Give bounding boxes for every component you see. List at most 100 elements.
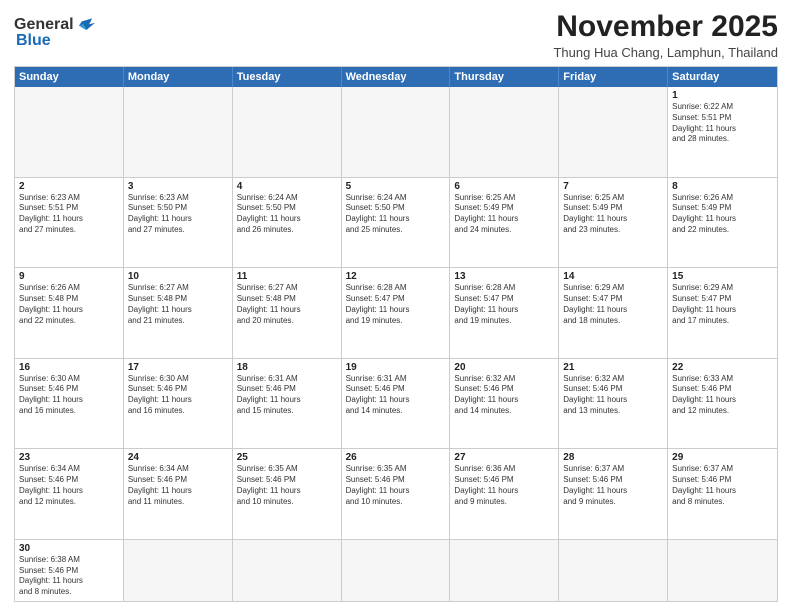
calendar-cell: 6Sunrise: 6:25 AM Sunset: 5:49 PM Daylig… — [450, 178, 559, 268]
cell-info: Sunrise: 6:31 AM Sunset: 5:46 PM Dayligh… — [237, 374, 337, 417]
calendar-cell: 5Sunrise: 6:24 AM Sunset: 5:50 PM Daylig… — [342, 178, 451, 268]
day-number: 27 — [454, 452, 554, 463]
calendar-cell: 2Sunrise: 6:23 AM Sunset: 5:51 PM Daylig… — [15, 178, 124, 268]
calendar-cell: 1Sunrise: 6:22 AM Sunset: 5:51 PM Daylig… — [668, 87, 777, 177]
calendar-cell — [124, 87, 233, 177]
cell-info: Sunrise: 6:23 AM Sunset: 5:50 PM Dayligh… — [128, 193, 228, 236]
cell-info: Sunrise: 6:30 AM Sunset: 5:46 PM Dayligh… — [128, 374, 228, 417]
day-number: 2 — [19, 181, 119, 192]
calendar-cell-empty — [668, 540, 777, 601]
day-number: 13 — [454, 271, 554, 282]
page: General Blue November 2025 Thung Hua Cha… — [0, 0, 792, 612]
calendar-cell — [559, 87, 668, 177]
day-number: 14 — [563, 271, 663, 282]
cell-info: Sunrise: 6:26 AM Sunset: 5:49 PM Dayligh… — [672, 193, 773, 236]
cell-info: Sunrise: 6:25 AM Sunset: 5:49 PM Dayligh… — [563, 193, 663, 236]
day-number: 3 — [128, 181, 228, 192]
day-number: 26 — [346, 452, 446, 463]
month-title: November 2025 — [553, 10, 778, 43]
cell-info: Sunrise: 6:31 AM Sunset: 5:46 PM Dayligh… — [346, 374, 446, 417]
day-number: 20 — [454, 362, 554, 373]
cell-info: Sunrise: 6:35 AM Sunset: 5:46 PM Dayligh… — [237, 464, 337, 507]
day-number: 10 — [128, 271, 228, 282]
header: General Blue November 2025 Thung Hua Cha… — [14, 10, 778, 60]
calendar-cell-30: 30Sunrise: 6:38 AM Sunset: 5:46 PM Dayli… — [15, 540, 124, 601]
cell-info: Sunrise: 6:28 AM Sunset: 5:47 PM Dayligh… — [346, 283, 446, 326]
cell-info: Sunrise: 6:36 AM Sunset: 5:46 PM Dayligh… — [454, 464, 554, 507]
day-number: 12 — [346, 271, 446, 282]
calendar-cell-empty — [342, 540, 451, 601]
cell-info: Sunrise: 6:38 AM Sunset: 5:46 PM Dayligh… — [19, 555, 119, 598]
day-number: 9 — [19, 271, 119, 282]
header-tuesday: Tuesday — [233, 67, 342, 87]
day-number: 22 — [672, 362, 773, 373]
location: Thung Hua Chang, Lamphun, Thailand — [553, 45, 778, 60]
cell-info: Sunrise: 6:27 AM Sunset: 5:48 PM Dayligh… — [128, 283, 228, 326]
day-number: 21 — [563, 362, 663, 373]
header-friday: Friday — [559, 67, 668, 87]
cell-info: Sunrise: 6:34 AM Sunset: 5:46 PM Dayligh… — [128, 464, 228, 507]
cell-info: Sunrise: 6:24 AM Sunset: 5:50 PM Dayligh… — [237, 193, 337, 236]
calendar-cell: 14Sunrise: 6:29 AM Sunset: 5:47 PM Dayli… — [559, 268, 668, 358]
header-monday: Monday — [124, 67, 233, 87]
day-number: 29 — [672, 452, 773, 463]
calendar-row-2: 2Sunrise: 6:23 AM Sunset: 5:51 PM Daylig… — [15, 177, 777, 268]
day-number: 30 — [19, 543, 119, 554]
cell-info: Sunrise: 6:26 AM Sunset: 5:48 PM Dayligh… — [19, 283, 119, 326]
day-number: 15 — [672, 271, 773, 282]
cell-info: Sunrise: 6:23 AM Sunset: 5:51 PM Dayligh… — [19, 193, 119, 236]
calendar-cell: 24Sunrise: 6:34 AM Sunset: 5:46 PM Dayli… — [124, 449, 233, 539]
day-number: 19 — [346, 362, 446, 373]
calendar-row-1: 1Sunrise: 6:22 AM Sunset: 5:51 PM Daylig… — [15, 87, 777, 177]
calendar-cell: 21Sunrise: 6:32 AM Sunset: 5:46 PM Dayli… — [559, 359, 668, 449]
cell-info: Sunrise: 6:33 AM Sunset: 5:46 PM Dayligh… — [672, 374, 773, 417]
calendar-cell: 19Sunrise: 6:31 AM Sunset: 5:46 PM Dayli… — [342, 359, 451, 449]
header-sunday: Sunday — [15, 67, 124, 87]
calendar-cell — [233, 87, 342, 177]
calendar-cell: 7Sunrise: 6:25 AM Sunset: 5:49 PM Daylig… — [559, 178, 668, 268]
calendar-cell — [450, 87, 559, 177]
calendar-cell: 11Sunrise: 6:27 AM Sunset: 5:48 PM Dayli… — [233, 268, 342, 358]
calendar-cell: 26Sunrise: 6:35 AM Sunset: 5:46 PM Dayli… — [342, 449, 451, 539]
calendar-cell-empty — [450, 540, 559, 601]
calendar-cell: 25Sunrise: 6:35 AM Sunset: 5:46 PM Dayli… — [233, 449, 342, 539]
calendar-cell: 28Sunrise: 6:37 AM Sunset: 5:46 PM Dayli… — [559, 449, 668, 539]
calendar-cell — [342, 87, 451, 177]
cell-info: Sunrise: 6:28 AM Sunset: 5:47 PM Dayligh… — [454, 283, 554, 326]
calendar-body: 1Sunrise: 6:22 AM Sunset: 5:51 PM Daylig… — [15, 87, 777, 601]
calendar-row-6: 30Sunrise: 6:38 AM Sunset: 5:46 PM Dayli… — [15, 539, 777, 601]
calendar-cell-empty — [124, 540, 233, 601]
cell-info: Sunrise: 6:35 AM Sunset: 5:46 PM Dayligh… — [346, 464, 446, 507]
day-number: 11 — [237, 271, 337, 282]
calendar-cell: 27Sunrise: 6:36 AM Sunset: 5:46 PM Dayli… — [450, 449, 559, 539]
calendar-cell-empty — [233, 540, 342, 601]
cell-info: Sunrise: 6:27 AM Sunset: 5:48 PM Dayligh… — [237, 283, 337, 326]
day-number: 24 — [128, 452, 228, 463]
day-number: 18 — [237, 362, 337, 373]
cell-info: Sunrise: 6:30 AM Sunset: 5:46 PM Dayligh… — [19, 374, 119, 417]
logo-blue-text: Blue — [16, 32, 51, 50]
header-wednesday: Wednesday — [342, 67, 451, 87]
day-number: 5 — [346, 181, 446, 192]
calendar-cell: 17Sunrise: 6:30 AM Sunset: 5:46 PM Dayli… — [124, 359, 233, 449]
calendar-cell: 29Sunrise: 6:37 AM Sunset: 5:46 PM Dayli… — [668, 449, 777, 539]
calendar-cell: 15Sunrise: 6:29 AM Sunset: 5:47 PM Dayli… — [668, 268, 777, 358]
day-number: 8 — [672, 181, 773, 192]
day-number: 28 — [563, 452, 663, 463]
day-number: 16 — [19, 362, 119, 373]
calendar-cell: 10Sunrise: 6:27 AM Sunset: 5:48 PM Dayli… — [124, 268, 233, 358]
day-number: 1 — [672, 90, 773, 101]
logo: General Blue — [14, 14, 98, 50]
cell-info: Sunrise: 6:29 AM Sunset: 5:47 PM Dayligh… — [563, 283, 663, 326]
calendar-cell: 13Sunrise: 6:28 AM Sunset: 5:47 PM Dayli… — [450, 268, 559, 358]
calendar-cell: 3Sunrise: 6:23 AM Sunset: 5:50 PM Daylig… — [124, 178, 233, 268]
day-number: 6 — [454, 181, 554, 192]
calendar-cell: 23Sunrise: 6:34 AM Sunset: 5:46 PM Dayli… — [15, 449, 124, 539]
cell-info: Sunrise: 6:25 AM Sunset: 5:49 PM Dayligh… — [454, 193, 554, 236]
calendar-row-4: 16Sunrise: 6:30 AM Sunset: 5:46 PM Dayli… — [15, 358, 777, 449]
day-number: 23 — [19, 452, 119, 463]
day-number: 25 — [237, 452, 337, 463]
calendar-row-5: 23 Sunrise: 6:34 AM Sunset: 5:46 PM Dayli… — [15, 448, 777, 539]
calendar-cell: 22Sunrise: 6:33 AM Sunset: 5:46 PM Dayli… — [668, 359, 777, 449]
title-block: November 2025 Thung Hua Chang, Lamphun, … — [553, 10, 778, 60]
